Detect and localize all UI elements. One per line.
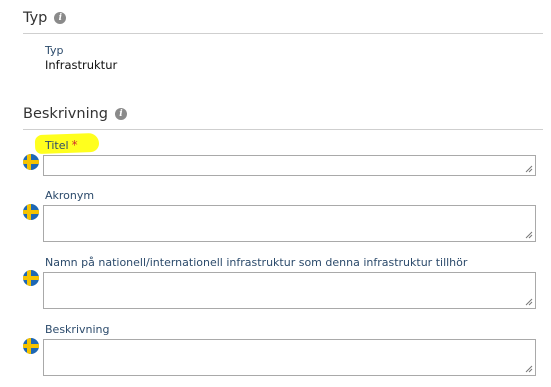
resize-grip-icon[interactable] bbox=[525, 165, 533, 173]
titel-label-text: Titel bbox=[45, 139, 69, 152]
namn-field[interactable] bbox=[43, 272, 536, 309]
divider bbox=[23, 129, 543, 130]
info-icon[interactable]: i bbox=[115, 108, 128, 120]
akronym-label: Akronym bbox=[45, 189, 95, 202]
required-asterisk: * bbox=[71, 138, 78, 152]
beskrivning-label: Beskrivning bbox=[45, 323, 110, 336]
info-icon[interactable]: i bbox=[54, 12, 67, 24]
namn-label: Namn på nationell/internationell infrast… bbox=[45, 256, 468, 269]
swedish-flag-icon bbox=[23, 204, 39, 220]
swedish-flag-icon bbox=[23, 154, 39, 170]
section-title-beskrivning: Beskrivning i bbox=[23, 106, 128, 122]
titel-field[interactable] bbox=[43, 155, 536, 176]
akronym-field[interactable] bbox=[43, 205, 536, 242]
section-title-typ: Typ i bbox=[23, 10, 67, 26]
typ-label: Typ bbox=[45, 44, 64, 57]
resize-grip-icon[interactable] bbox=[525, 298, 533, 306]
titel-label: Titel * bbox=[45, 138, 78, 152]
section-title-typ-text: Typ bbox=[23, 10, 48, 26]
swedish-flag-icon bbox=[23, 270, 39, 286]
section-title-beskrivning-text: Beskrivning bbox=[23, 106, 109, 122]
swedish-flag-icon bbox=[23, 338, 39, 354]
resize-grip-icon[interactable] bbox=[525, 365, 533, 373]
beskrivning-field[interactable] bbox=[43, 339, 536, 376]
resize-grip-icon[interactable] bbox=[525, 231, 533, 239]
divider bbox=[23, 33, 543, 34]
typ-value: Infrastruktur bbox=[45, 58, 118, 72]
